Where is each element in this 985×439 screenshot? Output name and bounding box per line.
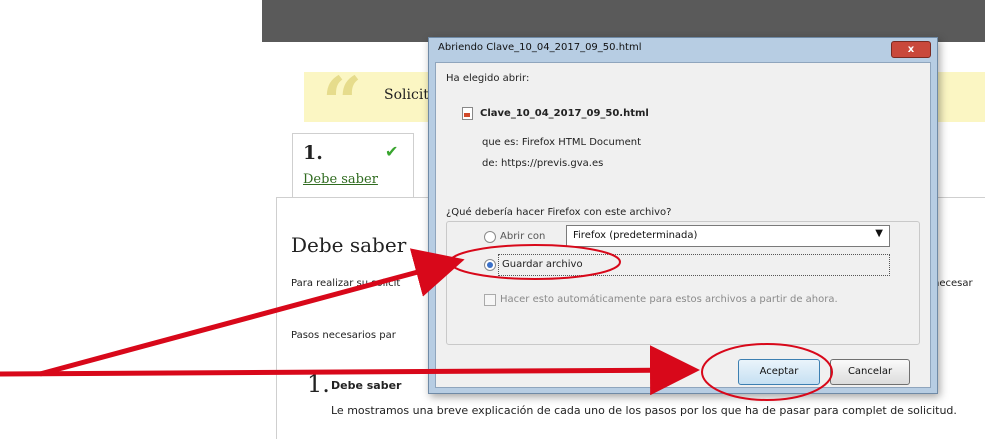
paragraph-1: Para realizar su solicit xyxy=(291,278,401,289)
save-file-label[interactable]: Guardar archivo xyxy=(502,259,583,270)
checkmark-icon: ✔ xyxy=(385,142,399,161)
file-source-line: de: https://previs.gva.es xyxy=(482,158,604,169)
dialog-body: Ha elegido abrir: Clave_10_04_2017_09_50… xyxy=(435,62,931,388)
paragraph-2: Pasos necesarios par xyxy=(291,330,396,341)
open-with-select[interactable]: Firefox (predeterminada) ▼ xyxy=(566,225,890,247)
top-bar xyxy=(262,0,985,42)
question-label: ¿Qué debería hacer Firefox con este arch… xyxy=(446,207,672,218)
file-name: Clave_10_04_2017_09_50.html xyxy=(480,108,649,119)
open-with-value: Firefox (predeterminada) xyxy=(573,230,698,241)
paragraph-1-tail: necesar xyxy=(933,278,973,289)
dialog-title: Abriendo Clave_10_04_2017_09_50.html xyxy=(438,42,642,53)
quote-icon: “ xyxy=(322,61,363,144)
download-dialog: Abriendo Clave_10_04_2017_09_50.html x H… xyxy=(428,37,938,394)
accept-button[interactable]: Aceptar xyxy=(738,359,820,385)
close-button[interactable]: x xyxy=(891,41,931,58)
auto-label: Hacer esto automáticamente para estos ar… xyxy=(500,294,838,305)
file-type-line: que es: Firefox HTML Document xyxy=(482,137,642,148)
html-file-icon xyxy=(462,107,473,120)
step-number: 1. xyxy=(303,142,323,164)
step-link-debe-saber[interactable]: Debe saber xyxy=(303,172,378,187)
step-tab-1[interactable]: 1. ✔ Debe saber xyxy=(292,133,414,198)
open-with-label: Abrir con xyxy=(500,231,546,242)
section-title: Debe saber xyxy=(331,379,402,392)
save-file-radio[interactable] xyxy=(484,259,496,271)
chosen-label: Ha elegido abrir: xyxy=(446,73,530,84)
open-with-radio[interactable] xyxy=(484,231,496,243)
content-title: Debe saber xyxy=(291,233,407,257)
section-number: 1. xyxy=(307,370,330,398)
notice-text: Solicit xyxy=(384,87,429,103)
section-body: Le mostramos una breve explicación de ca… xyxy=(331,404,957,417)
cancel-button[interactable]: Cancelar xyxy=(830,359,910,385)
chevron-down-icon: ▼ xyxy=(875,228,883,239)
dialog-titlebar[interactable]: Abriendo Clave_10_04_2017_09_50.html x xyxy=(429,38,937,60)
auto-checkbox[interactable] xyxy=(484,294,496,306)
